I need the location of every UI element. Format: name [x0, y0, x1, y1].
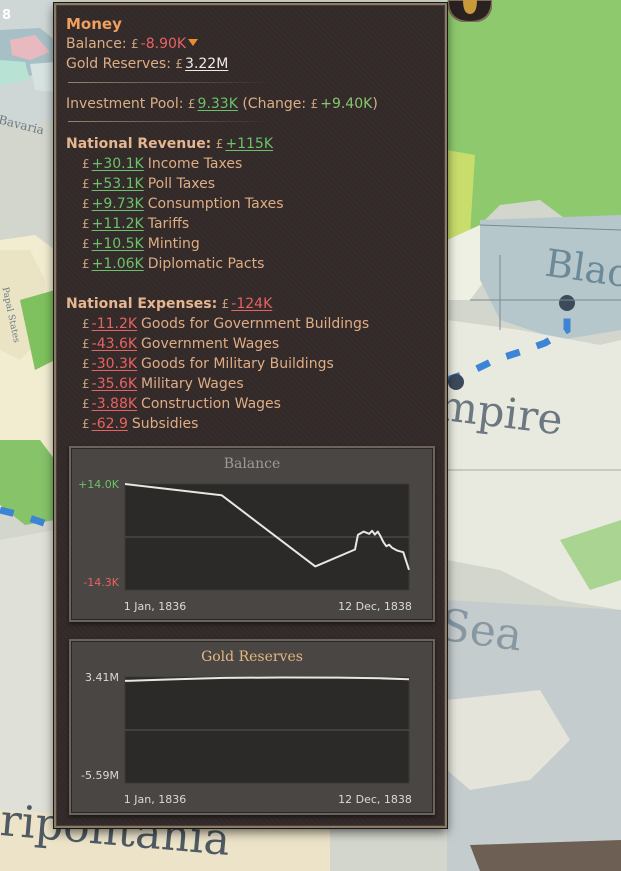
expenses-item-name: Government Wages	[141, 336, 280, 352]
separator	[68, 121, 273, 122]
national-revenue-label: National Revenue:	[66, 136, 212, 152]
investment-pool-value[interactable]: 9.33K	[198, 96, 238, 112]
expenses-item[interactable]: £ -3.88K Construction Wages	[82, 395, 281, 413]
separator	[68, 82, 273, 83]
balance-value[interactable]: -8.90K	[141, 36, 186, 52]
national-expenses-row[interactable]: National Expenses: £ -124K	[66, 295, 272, 313]
balance-chart[interactable]: +14.0K -14.3K 1 Jan, 1836 12 Dec, 1838 Bala…	[69, 446, 435, 622]
revenue-item[interactable]: £ +30.1K Income Taxes	[82, 155, 242, 173]
money-title: Money	[66, 15, 122, 33]
revenue-item-name: Minting	[147, 236, 200, 252]
pound-icon: £	[82, 157, 90, 171]
expenses-item[interactable]: £ -35.6K Military Wages	[82, 375, 244, 393]
pound-icon: £	[215, 137, 224, 151]
pound-icon: £	[131, 37, 139, 51]
gold-reserves-value[interactable]: 3.22M	[185, 56, 228, 72]
down-arrow-icon	[188, 39, 199, 46]
pound-icon: £	[82, 257, 90, 271]
pound-icon: £	[82, 397, 90, 411]
revenue-item-name: Tariffs	[147, 216, 190, 232]
revenue-item[interactable]: £ +9.73K Consumption Taxes	[82, 195, 283, 213]
expenses-item-value[interactable]: -43.6K	[92, 336, 137, 352]
revenue-item-name: Diplomatic Pacts	[147, 256, 265, 272]
pound-icon: £	[310, 97, 319, 111]
investment-pool-label: Investment Pool:	[66, 96, 184, 112]
pound-icon: £	[82, 177, 90, 191]
national-revenue-total[interactable]: +115K	[225, 136, 273, 152]
investment-pool-row[interactable]: Investment Pool: £9.33K (Change: £ +9.40K…	[66, 95, 378, 113]
expenses-item[interactable]: £ -62.9 Subsidies	[82, 415, 198, 433]
pound-icon: £	[221, 297, 230, 311]
change-close: )	[372, 96, 378, 112]
revenue-item-value[interactable]: +9.73K	[92, 196, 144, 212]
revenue-item[interactable]: £ +10.5K Minting	[82, 235, 200, 253]
pound-icon: £	[82, 417, 90, 431]
expenses-item-value[interactable]: -35.6K	[92, 376, 137, 392]
pound-icon: £	[82, 357, 90, 371]
expenses-item[interactable]: £ -30.3K Goods for Military Buildings	[82, 355, 334, 373]
gold-reserves-label: Gold Reserves:	[66, 56, 171, 72]
change-value: +9.40K	[320, 96, 373, 112]
expenses-item-value[interactable]: -11.2K	[92, 316, 137, 332]
pound-icon: £	[82, 197, 90, 211]
pound-icon: £	[82, 237, 90, 251]
gold-reserves-chart[interactable]: 3.41M -5.59M 1 Jan, 1836 12 Dec, 1838 Gold …	[69, 639, 435, 815]
revenue-item-value[interactable]: +30.1K	[92, 156, 144, 172]
revenue-item[interactable]: £ +53.1K Poll Taxes	[82, 175, 215, 193]
expenses-item-name: Construction Wages	[141, 396, 281, 412]
balance-label: Balance:	[66, 36, 127, 52]
x-tick-label: 12 Dec, 1838	[338, 793, 412, 806]
money-tooltip: Money Balance: £ -8.90K Gold Reserves: £3…	[54, 3, 447, 828]
expenses-item-value[interactable]: -62.9	[92, 416, 128, 432]
expenses-item-name: Military Wages	[141, 376, 244, 392]
revenue-item-value[interactable]: +11.2K	[92, 216, 144, 232]
national-expenses-label: National Expenses:	[66, 296, 218, 312]
x-tick-label: 1 Jan, 1836	[124, 600, 186, 613]
expenses-item-name: Goods for Military Buildings	[141, 356, 334, 372]
map-number: 8	[2, 8, 12, 23]
revenue-item-name: Consumption Taxes	[147, 196, 284, 212]
national-expenses-total[interactable]: -124K	[231, 296, 272, 312]
pound-icon: £	[82, 317, 90, 331]
y-tick-label: +14.0K	[78, 478, 120, 491]
expenses-item-value[interactable]: -3.88K	[92, 396, 137, 412]
gold-reserves-chart-title: Gold Reserves	[201, 649, 303, 665]
pound-icon: £	[82, 377, 90, 391]
balance-row[interactable]: Balance: £ -8.90K	[66, 35, 199, 53]
balance-chart-svg: +14.0K -14.3K 1 Jan, 1836 12 Dec, 1838	[78, 478, 412, 613]
expenses-item-value[interactable]: -30.3K	[92, 356, 137, 372]
revenue-item-value[interactable]: +10.5K	[92, 236, 144, 252]
x-tick-label: 1 Jan, 1836	[124, 793, 186, 806]
revenue-item-name: Income Taxes	[147, 156, 243, 172]
national-revenue-row[interactable]: National Revenue: £ +115K	[66, 135, 273, 153]
pound-icon: £	[187, 97, 196, 111]
expenses-item-name: Subsidies	[131, 416, 199, 432]
revenue-item-value[interactable]: +1.06K	[92, 256, 144, 272]
revenue-item[interactable]: £ +11.2K Tariffs	[82, 215, 189, 233]
change-open: (Change:	[242, 96, 307, 112]
revenue-item[interactable]: £ +1.06K Diplomatic Pacts	[82, 255, 264, 273]
y-tick-label: 3.41M	[85, 671, 119, 684]
revenue-item-value[interactable]: +53.1K	[92, 176, 144, 192]
expenses-item[interactable]: £ -43.6K Government Wages	[82, 335, 279, 353]
expenses-item[interactable]: £ -11.2K Goods for Government Buildings	[82, 315, 369, 333]
expenses-item-name: Goods for Government Buildings	[141, 316, 370, 332]
portrait-icon[interactable]	[448, 0, 492, 22]
y-tick-label: -5.59M	[81, 769, 119, 782]
gold-reserves-chart-svg: 3.41M -5.59M 1 Jan, 1836 12 Dec, 1838	[81, 671, 412, 806]
x-tick-label: 12 Dec, 1838	[338, 600, 412, 613]
y-tick-label: -14.3K	[83, 576, 119, 589]
revenue-item-name: Poll Taxes	[147, 176, 216, 192]
pound-icon: £	[82, 217, 90, 231]
gold-reserves-row[interactable]: Gold Reserves: £3.22M	[66, 55, 228, 73]
pound-icon: £	[82, 337, 90, 351]
balance-chart-title: Balance	[223, 456, 281, 472]
pound-icon: £	[175, 57, 184, 71]
